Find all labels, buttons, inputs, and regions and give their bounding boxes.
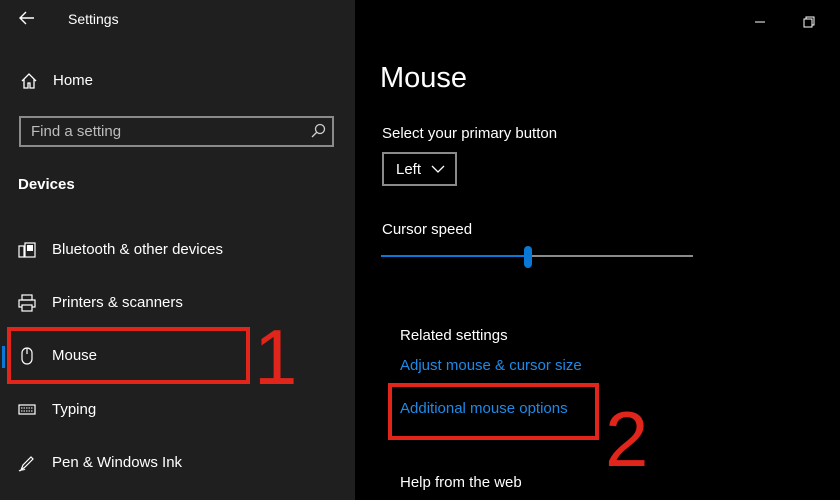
annotation-number-1: 1	[254, 313, 298, 401]
primary-button-dropdown[interactable]: Left	[382, 152, 457, 186]
search-input[interactable]	[21, 118, 311, 145]
chevron-down-icon	[431, 165, 445, 173]
pen-icon	[18, 456, 34, 472]
slider-track-fill	[381, 255, 524, 257]
adjust-cursor-size-link[interactable]: Adjust mouse & cursor size	[400, 357, 582, 374]
search-icon[interactable]	[310, 123, 326, 139]
sidebar-item-typing[interactable]: Typing	[0, 392, 355, 428]
printer-icon	[18, 294, 36, 312]
primary-button-label: Select your primary button	[382, 125, 558, 142]
sidebar-item-home[interactable]: Home	[0, 66, 355, 98]
home-icon	[21, 73, 37, 89]
annotation-number-2: 2	[605, 395, 649, 483]
keyboard-icon	[18, 404, 36, 415]
sidebar-item-bluetooth[interactable]: Bluetooth & other devices	[0, 232, 355, 268]
annotation-box-1	[7, 327, 250, 384]
sidebar-item-label: Bluetooth & other devices	[52, 241, 223, 258]
page-title: Mouse	[380, 62, 468, 94]
minimize-icon[interactable]	[750, 12, 770, 32]
section-title: Devices	[18, 176, 75, 193]
sidebar-item-label: Typing	[52, 401, 97, 418]
restore-icon[interactable]	[799, 12, 819, 32]
back-button[interactable]	[14, 6, 40, 30]
sidebar: Settings Home Devices Bluetooth & other …	[0, 0, 355, 500]
sidebar-item-pen[interactable]: Pen & Windows Ink	[0, 445, 355, 481]
search-box[interactable]	[19, 116, 334, 147]
annotation-box-2	[388, 383, 599, 440]
related-settings-heading: Related settings	[400, 327, 508, 344]
selection-indicator	[2, 346, 5, 368]
slider-thumb[interactable]	[524, 246, 532, 268]
app-title: Settings	[68, 11, 119, 27]
slider-track	[532, 255, 693, 257]
bluetooth-devices-icon	[18, 242, 36, 258]
sidebar-item-label: Home	[53, 72, 94, 89]
dropdown-value: Left	[396, 161, 422, 178]
back-arrow-icon	[19, 11, 34, 25]
sidebar-item-printers[interactable]: Printers & scanners	[0, 285, 355, 321]
cursor-speed-label: Cursor speed	[382, 221, 473, 238]
sidebar-item-label: Printers & scanners	[52, 294, 183, 311]
settings-window: Settings Home Devices Bluetooth & other …	[0, 0, 840, 500]
cursor-speed-slider[interactable]	[381, 246, 693, 268]
sidebar-item-label: Pen & Windows Ink	[52, 454, 183, 471]
title-bar: Settings	[0, 0, 355, 40]
help-from-web-heading: Help from the web	[400, 474, 522, 491]
